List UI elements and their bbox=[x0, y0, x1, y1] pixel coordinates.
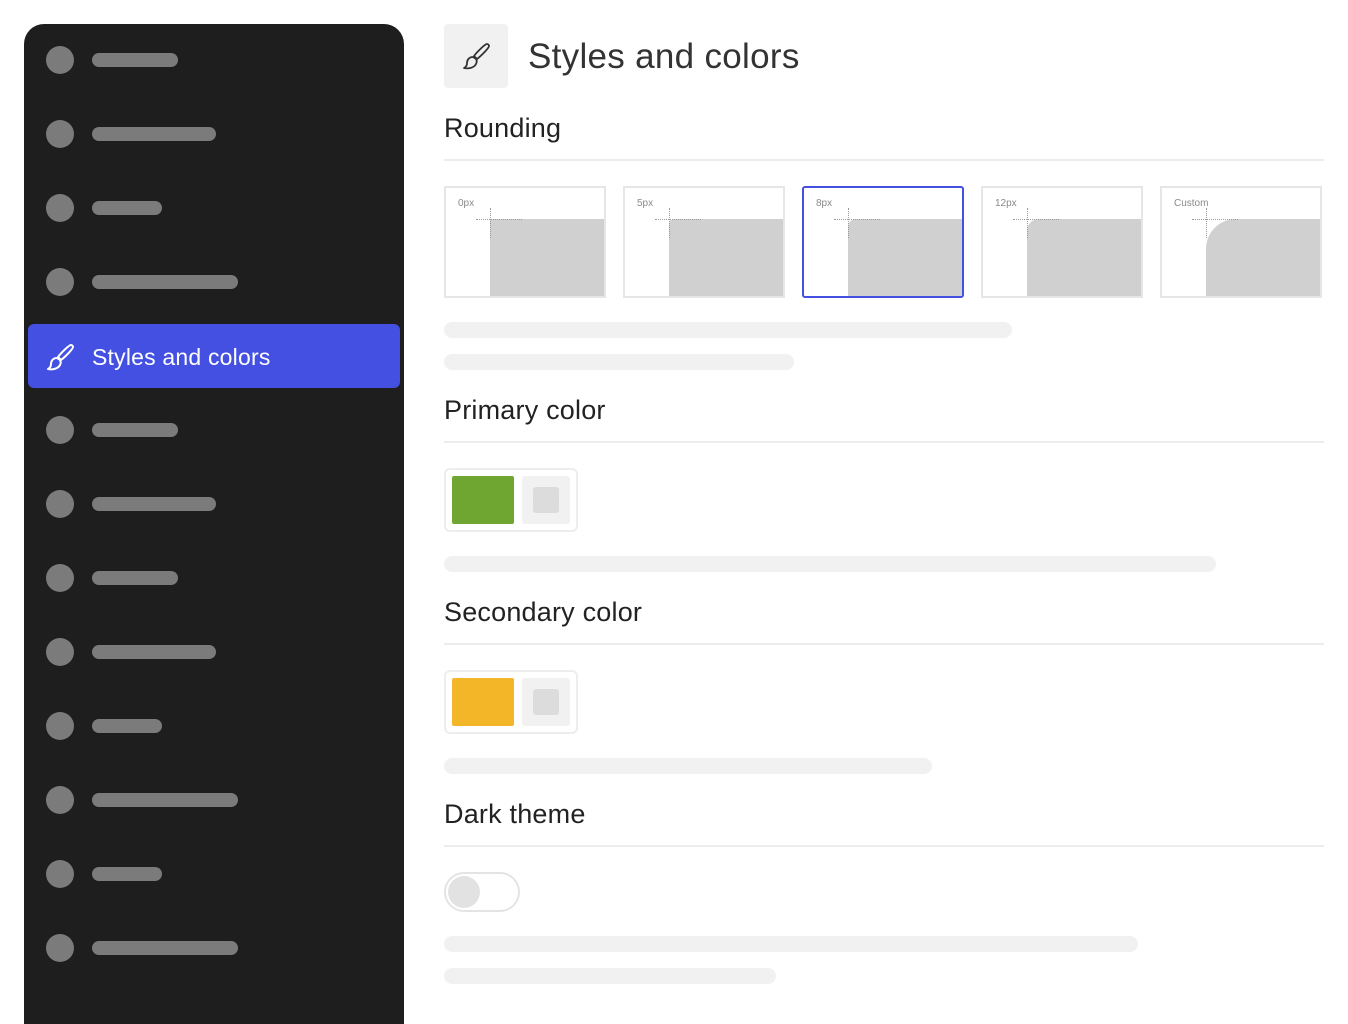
placeholder-label bbox=[92, 275, 238, 289]
placeholder-text bbox=[444, 936, 1138, 952]
placeholder-icon bbox=[46, 416, 74, 444]
placeholder-icon bbox=[46, 638, 74, 666]
rounding-guide-line bbox=[490, 208, 491, 238]
placeholder-label bbox=[92, 719, 162, 733]
placeholder-label bbox=[92, 127, 216, 141]
sidebar-item-placeholder-5[interactable] bbox=[28, 398, 400, 462]
rounding-section-title: Rounding bbox=[444, 113, 562, 143]
placeholder-text bbox=[444, 556, 1216, 572]
placeholder-icon bbox=[46, 120, 74, 148]
sidebar: Styles and colors bbox=[24, 24, 404, 1024]
secondary-color-picker bbox=[444, 670, 578, 734]
placeholder-icon bbox=[46, 46, 74, 74]
divider bbox=[444, 643, 1324, 645]
rounding-option-label: Custom bbox=[1174, 198, 1209, 209]
rounding-guide-line bbox=[834, 219, 880, 220]
rounding-guide-line bbox=[848, 208, 849, 238]
placeholder-label bbox=[92, 941, 238, 955]
color-picker-icon bbox=[533, 487, 559, 513]
placeholder-text bbox=[444, 354, 794, 370]
dark-theme-toggle[interactable] bbox=[444, 872, 520, 912]
primary-color-swatch[interactable] bbox=[452, 476, 514, 524]
rounding-option-0px[interactable]: 0px bbox=[444, 186, 606, 298]
dark-theme-section-title: Dark theme bbox=[444, 799, 586, 829]
sidebar-item-placeholder-2[interactable] bbox=[28, 102, 400, 166]
sidebar-item-placeholder-8[interactable] bbox=[28, 620, 400, 684]
placeholder-icon bbox=[46, 268, 74, 296]
placeholder-label bbox=[92, 497, 216, 511]
sidebar-item-styles-and-colors[interactable]: Styles and colors bbox=[28, 324, 400, 388]
header-icon-box bbox=[444, 24, 508, 88]
placeholder-icon bbox=[46, 194, 74, 222]
rounding-guide-line bbox=[1192, 219, 1238, 220]
placeholder-text bbox=[444, 968, 776, 984]
rounding-guide-line bbox=[655, 219, 701, 220]
page-title: Styles and colors bbox=[528, 37, 800, 76]
sidebar-item-placeholder-1[interactable] bbox=[28, 28, 400, 92]
rounding-guide-line bbox=[1027, 208, 1028, 238]
rounding-option-label: 8px bbox=[816, 198, 833, 209]
placeholder-text bbox=[444, 758, 932, 774]
rounding-preview-shape bbox=[490, 219, 604, 296]
sidebar-item-placeholder-9[interactable] bbox=[28, 694, 400, 758]
placeholder-label bbox=[92, 867, 162, 881]
primary-color-picker bbox=[444, 468, 578, 532]
sidebar-item-placeholder-11[interactable] bbox=[28, 842, 400, 906]
brush-icon bbox=[47, 344, 74, 371]
divider bbox=[444, 159, 1324, 161]
rounding-option-12px[interactable]: 12px bbox=[981, 186, 1143, 298]
secondary-color-picker-button[interactable] bbox=[522, 678, 570, 726]
brush-icon bbox=[463, 43, 490, 70]
placeholder-icon bbox=[46, 934, 74, 962]
rounding-option-8px[interactable]: 8px bbox=[802, 186, 964, 298]
placeholder-text bbox=[444, 322, 1012, 338]
placeholder-label bbox=[92, 645, 216, 659]
divider bbox=[444, 845, 1324, 847]
rounding-guide-line bbox=[476, 219, 522, 220]
rounding-guide-line bbox=[1206, 208, 1207, 238]
rounding-preview-shape bbox=[1027, 219, 1141, 296]
rounding-option-5px[interactable]: 5px bbox=[623, 186, 785, 298]
placeholder-label bbox=[92, 793, 238, 807]
rounding-preview-shape bbox=[669, 219, 783, 296]
primary-color-picker-button[interactable] bbox=[522, 476, 570, 524]
rounding-guide-line bbox=[669, 208, 670, 238]
primary-color-section-title: Primary color bbox=[444, 395, 606, 425]
rounding-option-custom[interactable]: Custom bbox=[1160, 186, 1322, 298]
placeholder-icon bbox=[46, 712, 74, 740]
toggle-knob bbox=[448, 876, 480, 908]
rounding-option-label: 0px bbox=[458, 198, 475, 209]
secondary-color-section-title: Secondary color bbox=[444, 597, 643, 627]
sidebar-item-placeholder-4[interactable] bbox=[28, 250, 400, 314]
rounding-preview-shape bbox=[1206, 219, 1320, 296]
placeholder-label bbox=[92, 571, 178, 585]
sidebar-item-placeholder-7[interactable] bbox=[28, 546, 400, 610]
divider bbox=[444, 441, 1324, 443]
rounding-option-label: 5px bbox=[637, 198, 654, 209]
placeholder-label bbox=[92, 423, 178, 437]
sidebar-item-placeholder-12[interactable] bbox=[28, 916, 400, 980]
placeholder-icon bbox=[46, 786, 74, 814]
placeholder-label bbox=[92, 53, 178, 67]
rounding-preview-shape bbox=[848, 219, 962, 296]
sidebar-item-label: Styles and colors bbox=[92, 344, 271, 370]
placeholder-icon bbox=[46, 490, 74, 518]
sidebar-item-placeholder-10[interactable] bbox=[28, 768, 400, 832]
placeholder-icon bbox=[46, 564, 74, 592]
color-picker-icon bbox=[533, 689, 559, 715]
secondary-color-swatch[interactable] bbox=[452, 678, 514, 726]
rounding-guide-line bbox=[1013, 219, 1059, 220]
sidebar-item-placeholder-6[interactable] bbox=[28, 472, 400, 536]
placeholder-icon bbox=[46, 860, 74, 888]
sidebar-item-placeholder-3[interactable] bbox=[28, 176, 400, 240]
placeholder-label bbox=[92, 201, 162, 215]
rounding-option-label: 12px bbox=[995, 198, 1017, 209]
